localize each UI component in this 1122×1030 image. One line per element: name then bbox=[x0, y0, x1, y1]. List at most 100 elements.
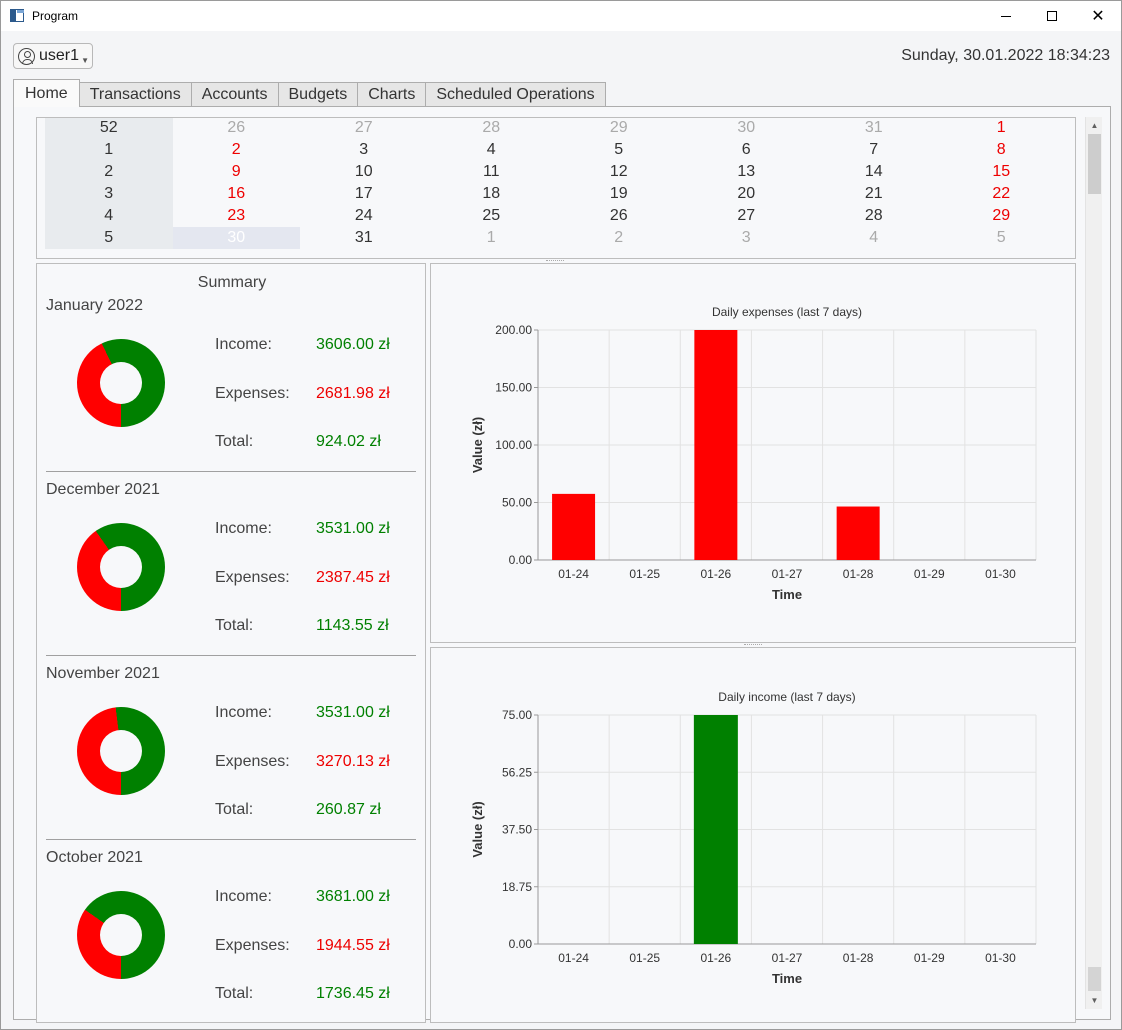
calendar-week-row: 12345678 bbox=[45, 139, 1065, 161]
calendar-day[interactable]: 4 bbox=[810, 227, 938, 249]
calendar-day[interactable]: 9 bbox=[173, 161, 301, 183]
income-value: 3681.00 zł bbox=[316, 888, 390, 905]
expenses-value: 3270.13 zł bbox=[316, 753, 390, 770]
month-summary: November 2021 Income: 3531.00 zł Expenses: 3… bbox=[46, 665, 416, 849]
expenses-chart: Daily expenses (last 7 days) 0.00 50.00 100… bbox=[430, 263, 1076, 643]
calendar-day[interactable]: 12 bbox=[555, 161, 683, 183]
vertical-scrollbar[interactable]: ▲ ▼ bbox=[1085, 117, 1102, 1009]
calendar-week-row: 3 16 17 18 19 20 21 22 bbox=[45, 183, 1065, 205]
y-tick-label: 0.00 bbox=[509, 937, 533, 951]
week-number: 52 bbox=[45, 118, 173, 139]
calendar-day[interactable]: 7 bbox=[810, 139, 938, 161]
income-label: Income: bbox=[215, 520, 272, 537]
y-tick-label: 100.00 bbox=[495, 438, 532, 452]
calendar-day[interactable]: 20 bbox=[683, 183, 811, 205]
calendar-day[interactable]: 31 bbox=[810, 118, 938, 139]
title-bar: Program ✕ bbox=[1, 1, 1121, 31]
income-value: 3606.00 zł bbox=[316, 336, 390, 353]
calendar-day[interactable]: 21 bbox=[810, 183, 938, 205]
calendar-day[interactable]: 22 bbox=[938, 183, 1066, 205]
calendar-day[interactable]: 26 bbox=[173, 118, 301, 139]
calendar-day[interactable]: 26 bbox=[555, 205, 683, 227]
calendar-day[interactable]: 29 bbox=[938, 205, 1066, 227]
x-tick-label: 01-29 bbox=[914, 951, 945, 965]
calendar-day[interactable]: 3 bbox=[300, 139, 428, 161]
tab-accounts[interactable]: Accounts bbox=[190, 82, 279, 107]
calendar-day[interactable]: 14 bbox=[810, 161, 938, 183]
close-icon: ✕ bbox=[1091, 8, 1105, 25]
x-tick-label: 01-28 bbox=[843, 951, 874, 965]
total-value: 1736.45 zł bbox=[316, 985, 390, 1002]
calendar-day[interactable]: 23 bbox=[173, 205, 301, 227]
calendar-day[interactable]: 11 bbox=[428, 161, 556, 183]
bar bbox=[836, 506, 880, 560]
calendar-day[interactable]: 24 bbox=[300, 205, 428, 227]
month-separator bbox=[46, 471, 416, 472]
y-axis-label: Value (zł) bbox=[470, 801, 485, 857]
calendar-day[interactable]: 29 bbox=[555, 118, 683, 139]
scroll-up-icon[interactable]: ▲ bbox=[1086, 117, 1103, 134]
calendar-day[interactable]: 16 bbox=[173, 183, 301, 205]
calendar-day[interactable]: 5 bbox=[938, 227, 1066, 249]
calendar-day[interactable]: 31 bbox=[300, 227, 428, 249]
calendar-day[interactable]: 10 bbox=[300, 161, 428, 183]
calendar-day[interactable]: 17 bbox=[300, 183, 428, 205]
app-icon bbox=[10, 9, 24, 22]
calendar-day[interactable]: 2 bbox=[173, 139, 301, 161]
splitter-handle[interactable] bbox=[546, 260, 564, 262]
expenses-label: Expenses: bbox=[215, 385, 290, 402]
chart-title: Daily expenses (last 7 days) bbox=[712, 305, 862, 319]
income-expense-donut bbox=[77, 891, 165, 979]
calendar-day[interactable]: 3 bbox=[683, 227, 811, 249]
income-expense-donut bbox=[77, 339, 165, 427]
scroll-down-icon[interactable]: ▼ bbox=[1086, 992, 1103, 1009]
calendar-day[interactable]: 6 bbox=[683, 139, 811, 161]
calendar-day[interactable]: 25 bbox=[428, 205, 556, 227]
calendar-day[interactable]: 28 bbox=[810, 205, 938, 227]
calendar-week-row: 52 26 27 28 29 30 31 1 bbox=[45, 118, 1066, 139]
chart-splitter-handle[interactable] bbox=[744, 644, 762, 646]
calendar-day[interactable]: 30 bbox=[683, 118, 811, 139]
x-tick-label: 01-27 bbox=[772, 951, 803, 965]
tab-scheduled-operations[interactable]: Scheduled Operations bbox=[425, 82, 606, 107]
calendar-day[interactable]: 27 bbox=[683, 205, 811, 227]
expenses-label: Expenses: bbox=[215, 937, 290, 954]
user-selector[interactable]: user1 ▼ bbox=[13, 43, 93, 69]
calendar-day[interactable]: 18 bbox=[428, 183, 556, 205]
month-separator bbox=[46, 839, 416, 840]
x-axis-label: Time bbox=[772, 587, 802, 602]
total-value: 924.02 zł bbox=[316, 433, 381, 450]
income-value: 3531.00 zł bbox=[316, 520, 390, 537]
month-summary: January 2022 Income: 3606.00 zł Expenses: 26… bbox=[46, 297, 416, 481]
calendar-day[interactable]: 30 bbox=[172, 227, 300, 249]
tab-home[interactable]: Home bbox=[13, 79, 80, 107]
week-number: 5 bbox=[45, 227, 173, 249]
maximize-button[interactable] bbox=[1029, 1, 1075, 31]
bar bbox=[694, 330, 738, 560]
calendar-day[interactable]: 1 bbox=[938, 118, 1066, 139]
calendar-day[interactable]: 1 bbox=[428, 227, 556, 249]
calendar-day[interactable]: 8 bbox=[938, 139, 1066, 161]
calendar-day[interactable]: 5 bbox=[555, 139, 683, 161]
close-button[interactable]: ✕ bbox=[1075, 1, 1121, 31]
calendar-day[interactable]: 19 bbox=[555, 183, 683, 205]
calendar-day[interactable]: 28 bbox=[428, 118, 556, 139]
y-tick-label: 75.00 bbox=[502, 708, 532, 722]
tab-charts[interactable]: Charts bbox=[357, 82, 427, 107]
y-tick-label: 150.00 bbox=[495, 381, 532, 395]
income-chart-svg: Daily income (last 7 days) 0.00 18.75 37.50… bbox=[470, 690, 1037, 986]
calendar-day[interactable]: 4 bbox=[428, 139, 556, 161]
tab-transactions[interactable]: Transactions bbox=[78, 82, 192, 107]
y-tick-label: 56.25 bbox=[502, 765, 532, 779]
calendar-day[interactable]: 15 bbox=[938, 161, 1066, 183]
calendar-day[interactable]: 27 bbox=[300, 118, 428, 139]
calendar-day[interactable]: 13 bbox=[683, 161, 811, 183]
y-axis-label: Value (zł) bbox=[470, 417, 485, 473]
expenses-value: 2681.98 zł bbox=[316, 385, 390, 402]
minimize-button[interactable] bbox=[983, 1, 1029, 31]
scroll-thumb[interactable] bbox=[1088, 134, 1101, 194]
x-tick-label: 01-26 bbox=[701, 951, 732, 965]
y-tick-label: 50.00 bbox=[502, 496, 532, 510]
tab-budgets[interactable]: Budgets bbox=[277, 82, 359, 107]
calendar-day[interactable]: 2 bbox=[555, 227, 683, 249]
